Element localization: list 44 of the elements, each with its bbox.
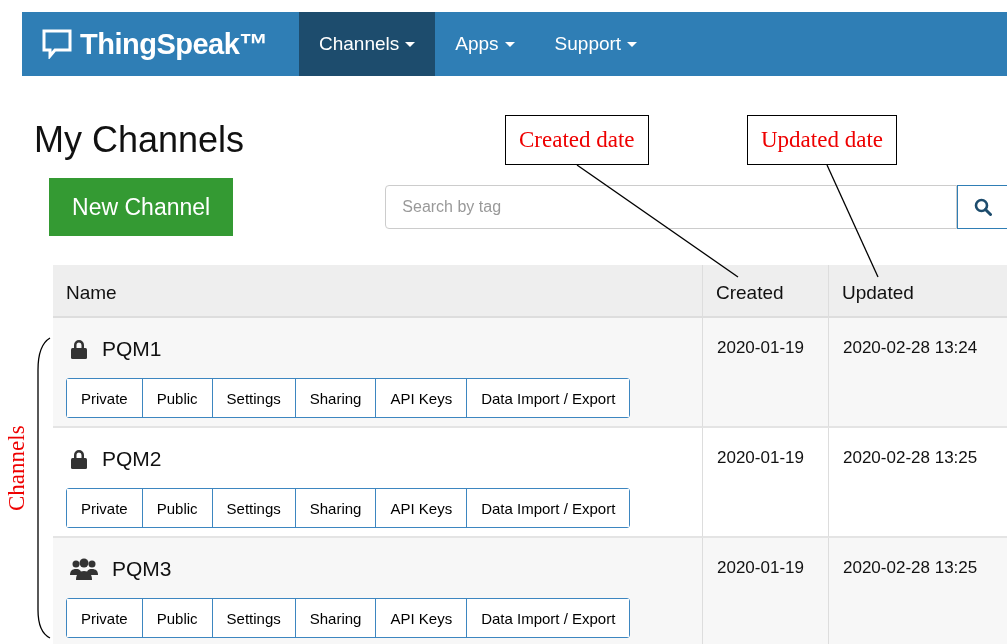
created-date: 2020-01-19 [717,338,804,357]
column-header: Updated [842,282,914,304]
channel-action-button[interactable]: Sharing [295,599,377,637]
channel-action-button[interactable]: Data Import / Export [467,379,630,417]
search-icon [973,198,992,216]
column-header: Name [66,282,117,304]
updated-date: 2020-02-28 13:25 [843,558,978,577]
updated-date: 2020-02-28 13:25 [843,448,978,467]
callout-label: Created date [505,115,649,165]
channel-action-button[interactable]: API Keys [376,599,468,637]
caret-icon [627,41,638,47]
channel-action-button[interactable]: Sharing [295,379,377,417]
lock-icon [70,339,88,359]
search-field[interactable]: Search by tag [385,185,958,229]
nav-menu[interactable]: Channels [299,12,436,76]
channel-action-button[interactable]: API Keys [376,379,468,417]
brand-logo[interactable]: ThingSpeak™ [80,27,268,61]
channel-action-button[interactable]: Public [142,379,213,417]
nav-menu[interactable]: Apps [435,12,535,76]
callout-label: Updated date [747,115,897,165]
channel-action-button[interactable]: Private [67,599,143,637]
channel-action-button[interactable]: Private [67,379,143,417]
new-channel-button[interactable]: New Channel [49,178,234,236]
users-icon [70,558,98,580]
speech-bubble-icon [42,29,72,59]
bracket-label: Channels [4,427,30,511]
channel-action-button[interactable]: Private [67,489,143,527]
column-header: Created [716,282,784,304]
caret-icon [405,41,416,47]
channel-action-button[interactable]: Public [142,599,213,637]
created-date: 2020-01-19 [717,448,804,467]
created-date: 2020-01-19 [717,558,804,577]
lock-icon [70,449,88,469]
channel-action-button[interactable]: Settings [212,379,296,417]
channel-action-button[interactable]: Settings [212,599,296,637]
caret-icon [504,41,515,47]
channel-action-button[interactable]: Data Import / Export [467,599,630,637]
nav-menu[interactable]: Support [534,12,658,76]
channel-name[interactable]: PQM1 [102,337,162,361]
updated-date: 2020-02-28 13:24 [843,338,978,357]
page-title: My Channels [34,118,245,162]
search-button[interactable] [957,185,1007,229]
channel-name[interactable]: PQM2 [102,447,162,471]
channel-name[interactable]: PQM3 [112,557,172,581]
